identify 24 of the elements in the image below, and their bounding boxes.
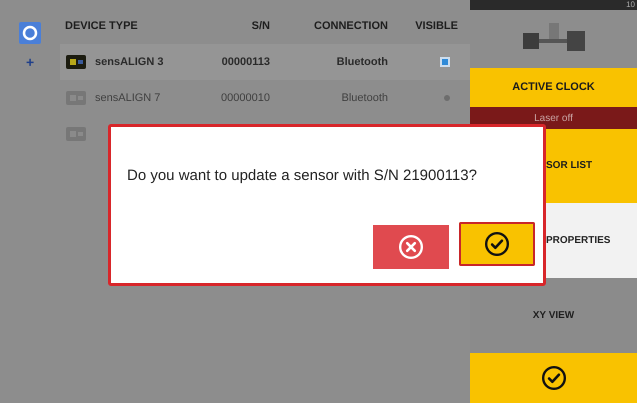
table-cell-text: sensALIGN 3 <box>95 54 164 70</box>
table-row[interactable]: sensALIGN 7 00000010 Bluetooth <box>60 80 470 116</box>
check-circle-icon <box>540 365 566 392</box>
table-cell-text: 00000113 <box>220 54 270 70</box>
close-circle-icon <box>398 234 424 260</box>
visible-checkbox[interactable] <box>444 95 450 101</box>
confirm-button[interactable] <box>459 222 535 266</box>
clock-text: 10 <box>626 0 635 9</box>
panel-button[interactable] <box>470 353 637 403</box>
refresh-icon[interactable] <box>19 22 41 44</box>
check-circle-icon <box>484 231 510 257</box>
table-cell-text: Bluetooth <box>340 90 388 106</box>
column-header: CONNECTION <box>313 18 388 34</box>
column-header: S/N <box>250 18 270 34</box>
panel-button[interactable]: ACTIVE CLOCK <box>470 68 637 108</box>
expand-toggle[interactable]: + <box>26 52 34 72</box>
table-cell-text: Bluetooth <box>336 54 388 70</box>
sensor-icon <box>65 54 87 70</box>
table-cell-text: 00000010 <box>220 90 270 106</box>
column-header: VISIBLE <box>414 18 458 34</box>
visible-checkbox[interactable] <box>440 57 450 67</box>
cancel-button[interactable] <box>373 225 449 269</box>
table-cell-text: sensALIGN 7 <box>95 90 160 106</box>
column-header: DEVICE TYPE <box>64 18 139 34</box>
